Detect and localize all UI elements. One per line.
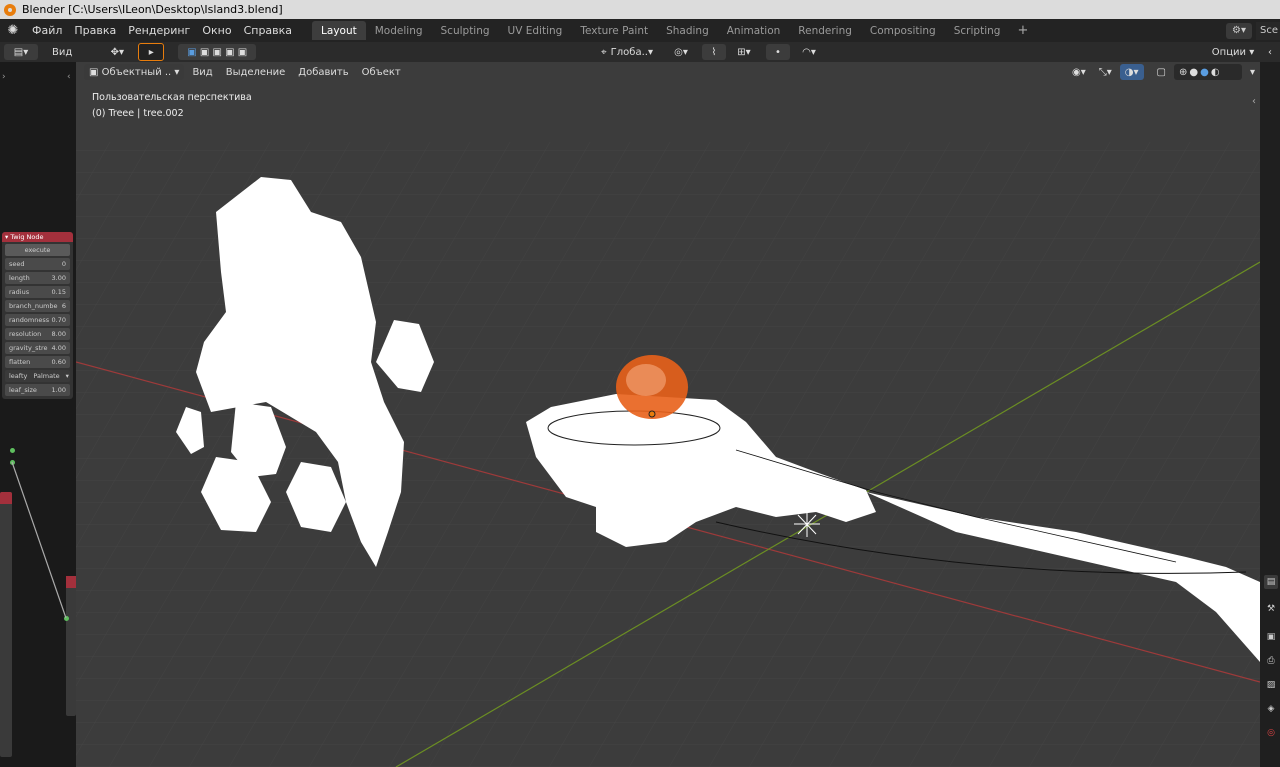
- snap-icon[interactable]: ⌇: [702, 44, 726, 60]
- xray-icon[interactable]: ▢: [1152, 64, 1171, 80]
- viewport-menu-select[interactable]: Выделение: [221, 64, 291, 80]
- blender-logo-icon: [4, 3, 16, 16]
- properties-tabs-icon[interactable]: ▤: [1264, 575, 1278, 589]
- 3d-viewport[interactable]: ▣ Объектный .. ▾ Вид Выделение Добавить …: [76, 62, 1260, 767]
- tool-header: ▤▾ Вид ✥▾ ▸ ▣ ▣ ▣ ▣ ▣ ⌖ Глоба.. ▾ ◎▾ ⌇ ⊞…: [0, 42, 1280, 62]
- options-dropdown[interactable]: Опции ▾: [1208, 44, 1258, 60]
- shading-mode-icons[interactable]: ⊕● ● ◐: [1173, 64, 1242, 80]
- object-origin: [648, 410, 656, 418]
- gizmo-icon[interactable]: ⤡▾: [1094, 64, 1117, 80]
- tab-compositing[interactable]: Compositing: [861, 21, 945, 40]
- proportional-edit-icon[interactable]: •: [766, 44, 790, 60]
- snap-target-icon[interactable]: ⊞▾: [730, 44, 758, 60]
- menu-help[interactable]: Справка: [238, 24, 298, 37]
- title-bar: Blender [C:\Users\ILeon\Desktop\Island3.…: [0, 0, 1280, 19]
- view-layer-icon[interactable]: ▨: [1264, 678, 1278, 692]
- tree-canopy-highlight: [626, 364, 666, 396]
- node-link: [11, 461, 67, 619]
- menu-window[interactable]: Окно: [196, 24, 237, 37]
- tab-layout[interactable]: Layout: [312, 21, 366, 40]
- viewport-scene: [76, 142, 1260, 767]
- top-bar: ✺ Файл Правка Рендеринг Окно Справка Lay…: [0, 19, 1280, 42]
- active-object-label: (0) Treee | tree.002: [92, 108, 184, 119]
- viewport-menu-object[interactable]: Объект: [357, 64, 406, 80]
- viewport-header: ▣ Объектный .. ▾ Вид Выделение Добавить …: [76, 62, 1260, 82]
- workspace-tabs: Layout Modeling Sculpting UV Editing Tex…: [312, 21, 1036, 40]
- menu-file[interactable]: Файл: [26, 24, 68, 37]
- viewport-menu-add[interactable]: Добавить: [293, 64, 353, 80]
- transform-orientation-dropdown[interactable]: ⌖ Глоба.. ▾: [594, 44, 660, 60]
- sidebar-toggle-icon[interactable]: ‹: [1262, 44, 1278, 60]
- tool-view-menu[interactable]: Вид: [48, 44, 76, 60]
- tab-modeling[interactable]: Modeling: [366, 21, 432, 40]
- pivot-point-icon[interactable]: ◎▾: [664, 44, 698, 60]
- select-tool-icon[interactable]: ▸: [138, 43, 165, 61]
- viewport-menu-view[interactable]: Вид: [187, 64, 217, 80]
- editor-type-icon[interactable]: ▤▾: [4, 44, 38, 60]
- select-box-mode-icon[interactable]: ▣ ▣ ▣ ▣ ▣: [178, 44, 257, 60]
- scene-icon[interactable]: ⚙▾: [1226, 22, 1252, 39]
- shading-options-icon[interactable]: ▾: [1245, 64, 1260, 80]
- overlays-icon[interactable]: ◑▾: [1119, 64, 1144, 80]
- proportional-falloff-icon[interactable]: ◠▾: [794, 44, 824, 60]
- tool-icon[interactable]: ⚒: [1264, 602, 1278, 616]
- blender-menu-icon[interactable]: ✺: [0, 23, 26, 38]
- scene-props-icon[interactable]: ◈: [1264, 702, 1278, 716]
- transform-pivot-icon[interactable]: ✥▾: [100, 44, 134, 60]
- node-editor[interactable]: › ‹ ▾ Twig Node execute seed 0 length 3.00…: [0, 62, 76, 767]
- perspective-label: Пользовательская перспектива: [92, 92, 252, 103]
- output-icon[interactable]: ⎙: [1264, 654, 1278, 668]
- visibility-icon[interactable]: ◉▾: [1067, 64, 1091, 80]
- menu-render[interactable]: Рендеринг: [122, 24, 196, 37]
- object-mode-dropdown[interactable]: ▣ Объектный .. ▾: [84, 64, 185, 80]
- add-workspace-icon[interactable]: +: [1009, 21, 1036, 40]
- menu-edit[interactable]: Правка: [68, 24, 122, 37]
- tab-shading[interactable]: Shading: [657, 21, 718, 40]
- tab-scripting[interactable]: Scripting: [945, 21, 1010, 40]
- tab-animation[interactable]: Animation: [718, 21, 790, 40]
- world-icon[interactable]: ◎: [1264, 726, 1278, 740]
- mode-label: Объектный ..: [101, 66, 172, 78]
- tab-rendering[interactable]: Rendering: [789, 21, 861, 40]
- scene-name[interactable]: Sce: [1256, 21, 1280, 40]
- tab-sculpting[interactable]: Sculpting: [432, 21, 499, 40]
- tab-texture-paint[interactable]: Texture Paint: [571, 21, 657, 40]
- tab-uv-editing[interactable]: UV Editing: [499, 21, 572, 40]
- window-title: Blender [C:\Users\ILeon\Desktop\Island3.…: [22, 3, 283, 16]
- scene-selector: ⚙▾ Sce: [1226, 19, 1280, 42]
- render-icon[interactable]: ▣: [1264, 630, 1278, 644]
- options-label: Опции: [1211, 46, 1247, 58]
- orientation-label: Глоба..: [610, 46, 648, 58]
- expand-arrow-icon[interactable]: ‹: [1252, 96, 1256, 107]
- properties-editor[interactable]: ▤ ⚒ ▣ ⎙ ▨ ◈ ◎: [1260, 62, 1280, 767]
- viewport-info: Пользовательская перспектива (0) Treee |…: [92, 90, 252, 122]
